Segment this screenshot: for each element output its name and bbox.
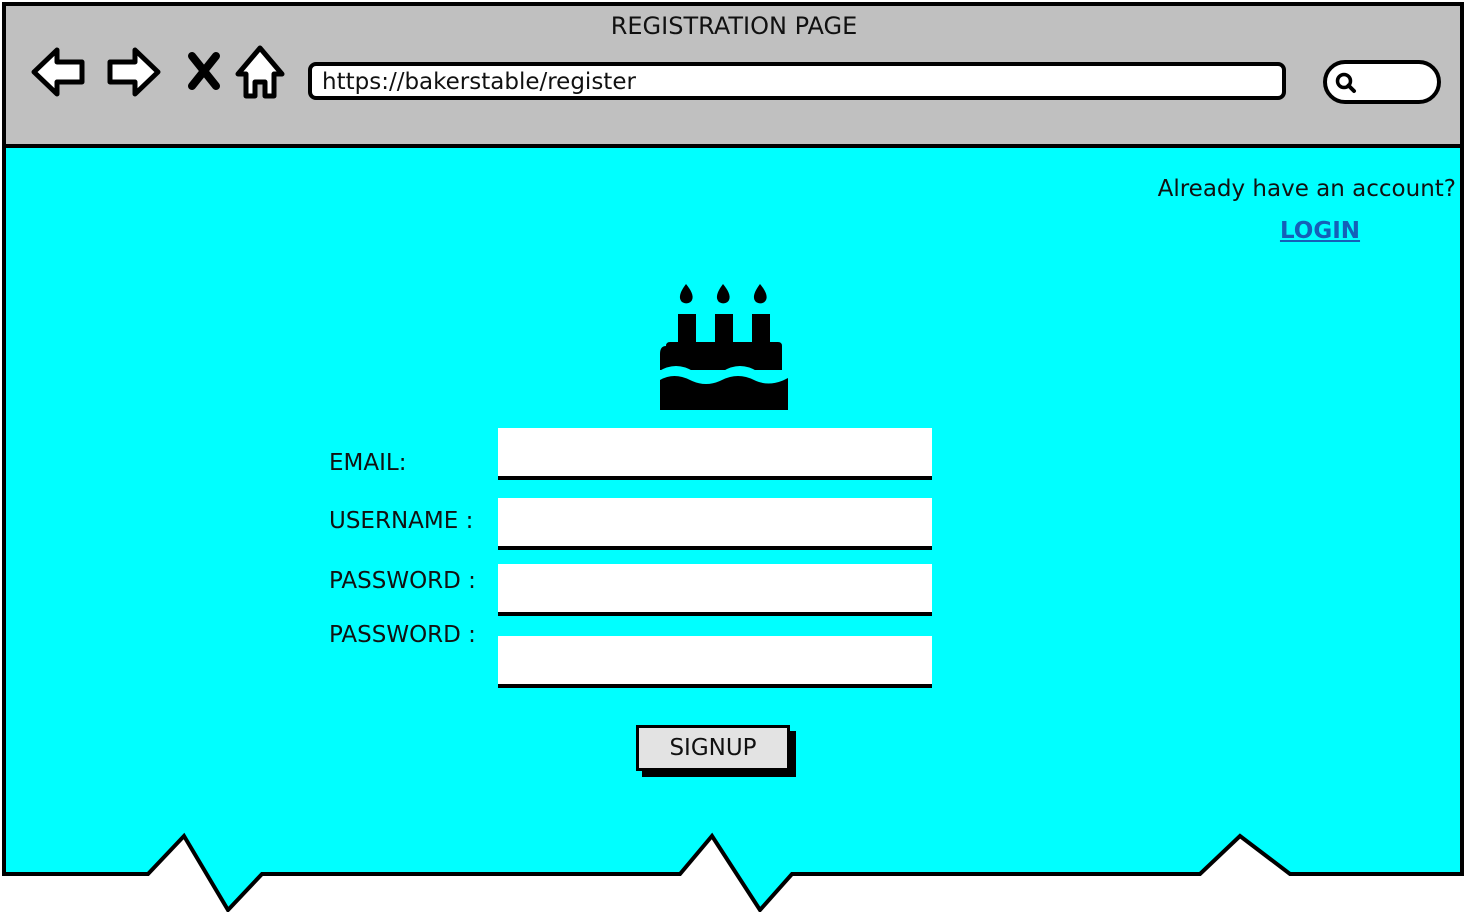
login-prompt-text: Already have an account? [1157,176,1456,202]
password-field[interactable] [498,564,932,616]
address-bar[interactable]: https://bakerstable/register [308,62,1286,100]
signup-button[interactable]: SIGNUP [636,725,790,771]
confirm-password-field[interactable] [498,636,932,688]
forward-button[interactable] [104,40,162,104]
login-link[interactable]: LOGIN [1240,218,1400,244]
back-arrow-icon [31,47,85,97]
username-field[interactable] [498,498,932,550]
email-label: EMAIL: [329,450,407,476]
home-button[interactable] [232,40,288,104]
confirm-password-label: PASSWORD : [329,622,476,648]
username-label: USERNAME : [329,508,474,534]
stop-button[interactable] [178,40,230,104]
forward-arrow-icon [107,47,161,97]
search-icon [1335,72,1356,93]
close-x-icon [188,52,220,90]
password-label: PASSWORD : [329,568,476,594]
browser-window: REGISTRATION PAGE https://bakerstable/re… [0,0,1468,912]
email-field[interactable] [498,428,932,480]
home-icon [235,45,285,99]
address-bar-url[interactable]: https://bakerstable/register [322,69,636,95]
birthday-cake-icon [657,284,791,410]
back-button[interactable] [30,40,88,104]
window-title: REGISTRATION PAGE [610,12,858,40]
search-box[interactable] [1323,60,1441,104]
